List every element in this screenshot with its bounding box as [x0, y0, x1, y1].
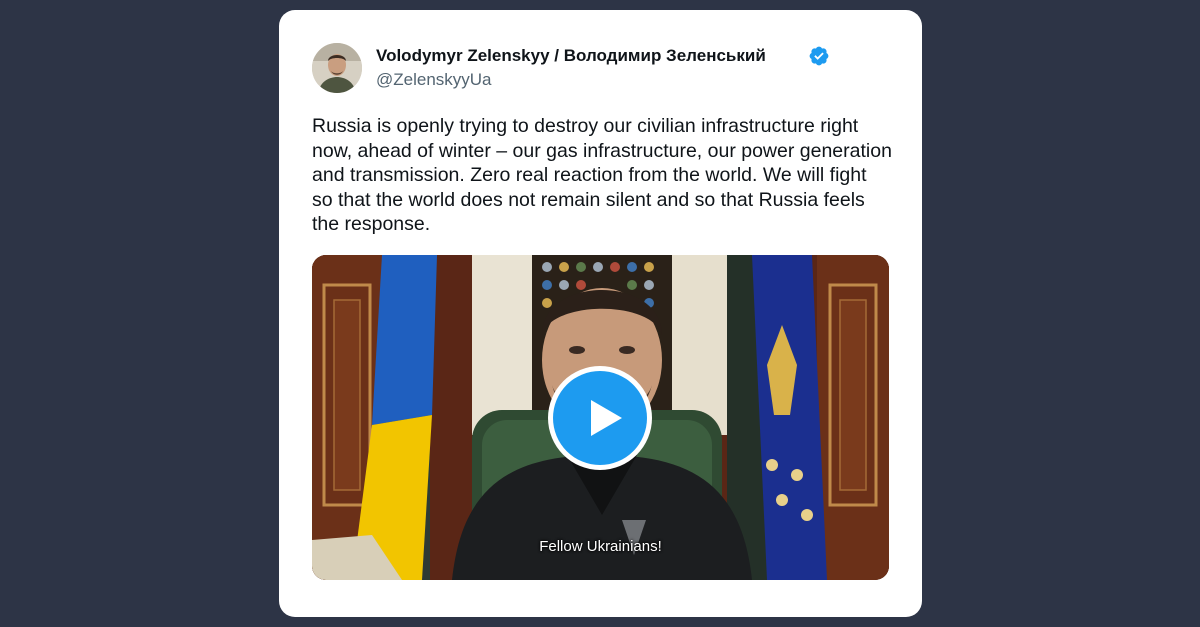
play-button-circle	[553, 371, 647, 465]
video-player[interactable]: Fellow Ukrainians!	[312, 255, 889, 580]
avatar-photo-icon	[312, 43, 362, 93]
author-handle[interactable]: @ZelenskyyUa	[376, 70, 492, 90]
author-avatar[interactable]	[312, 43, 362, 93]
play-button[interactable]	[548, 366, 652, 470]
video-caption: Fellow Ukrainians!	[539, 538, 662, 555]
play-icon	[591, 400, 622, 436]
author-display-name[interactable]: Volodymyr Zelenskyy / Володимир Зеленськ…	[376, 46, 766, 66]
tweet-text: Russia is openly trying to destroy our c…	[312, 115, 892, 235]
verified-badge-icon	[809, 46, 829, 66]
tweet-card[interactable]: Volodymyr Zelenskyy / Володимир Зеленськ…	[279, 10, 922, 617]
